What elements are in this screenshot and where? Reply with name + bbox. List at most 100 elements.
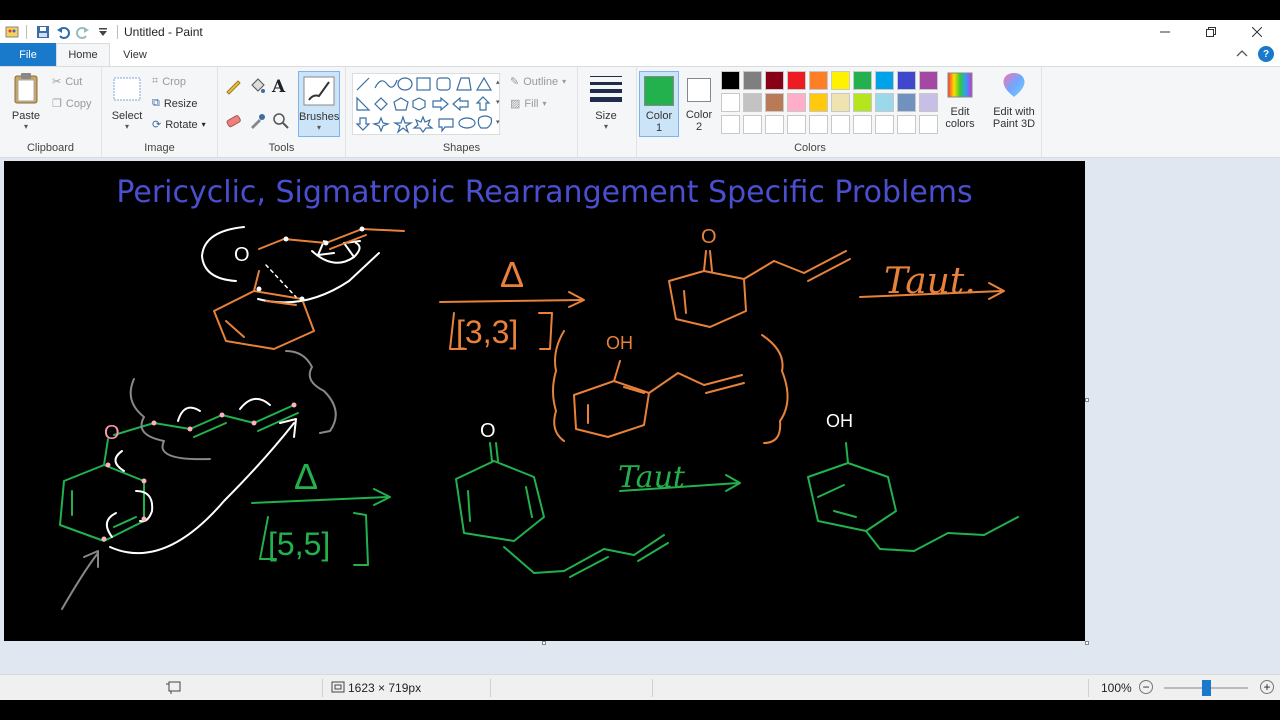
- color-picker-icon[interactable]: [248, 112, 270, 133]
- resize-button[interactable]: ⧉ Resize: [152, 97, 197, 110]
- label-oh-green: OH: [826, 411, 853, 431]
- palette-swatch[interactable]: [831, 93, 850, 112]
- palette-swatch[interactable]: [853, 93, 872, 112]
- palette-swatch[interactable]: [743, 71, 762, 90]
- help-icon[interactable]: ?: [1258, 46, 1274, 62]
- color2-number: 2: [695, 121, 703, 133]
- outline-button[interactable]: ✎ Outline ▾: [510, 75, 566, 89]
- fill-icon: ▨: [510, 98, 521, 110]
- status-bar: 1623 × 719px 100% − +: [0, 674, 1280, 700]
- tab-file[interactable]: File: [0, 43, 56, 66]
- label-o-mid: O: [104, 422, 120, 444]
- canvas-resize-handle-right[interactable]: [1085, 398, 1089, 402]
- color2-button[interactable]: Color 2: [681, 71, 717, 137]
- palette-swatch[interactable]: [765, 93, 784, 112]
- size-button[interactable]: Size ▾: [584, 73, 628, 139]
- crop-button[interactable]: ⌗ Crop: [152, 75, 186, 88]
- palette-swatch[interactable]: [831, 71, 850, 90]
- fill-button[interactable]: ▨ Fill ▾: [510, 97, 546, 111]
- rotate-button[interactable]: ⟳ Rotate ▾: [152, 118, 206, 132]
- palette-swatch[interactable]: [721, 115, 740, 134]
- image-group: Select ▾ ⌗ Crop ⧉ Resize ⟳ Rotate ▾ Imag…: [102, 67, 218, 157]
- eraser-icon[interactable]: [224, 112, 246, 133]
- palette-swatch[interactable]: [897, 115, 916, 134]
- palette-swatch[interactable]: [875, 71, 894, 90]
- rotate-icon: ⟳: [152, 119, 162, 131]
- palette-swatch[interactable]: [765, 71, 784, 90]
- save-icon[interactable]: [33, 22, 53, 42]
- tab-home[interactable]: Home: [56, 43, 110, 66]
- text-icon[interactable]: A: [272, 77, 294, 98]
- zoom-level: 100%: [1101, 681, 1132, 695]
- chemistry-sketch: O O O OH Taut. Δ [3,3] O OH Taut Δ [5,5]: [59, 226, 1019, 610]
- palette-swatch[interactable]: [809, 115, 828, 134]
- edit-colors-button[interactable]: Edit colors: [943, 71, 977, 130]
- label-taut-orange: Taut.: [884, 261, 976, 302]
- fill-bucket-icon[interactable]: [248, 77, 270, 98]
- palette-swatch[interactable]: [875, 115, 894, 134]
- zoom-in-button[interactable]: +: [1260, 680, 1274, 694]
- brushes-button[interactable]: Brushes ▾: [298, 71, 340, 137]
- clipboard-icon: [14, 73, 38, 104]
- palette-swatch[interactable]: [853, 71, 872, 90]
- select-button[interactable]: Select ▾: [110, 75, 144, 131]
- palette-swatch[interactable]: [897, 71, 916, 90]
- paste-button[interactable]: Paste ▾: [6, 72, 46, 132]
- palette-swatch[interactable]: [831, 115, 850, 134]
- drawing-canvas[interactable]: Pericyclic, Sigmatropic Rearrangement Sp…: [4, 161, 1085, 641]
- customize-quick-access-icon[interactable]: [93, 22, 113, 42]
- label-55: [5,5]: [268, 526, 330, 562]
- palette-swatch[interactable]: [875, 93, 894, 112]
- zoom-out-button[interactable]: −: [1139, 680, 1153, 694]
- shapes-gallery[interactable]: [352, 73, 500, 135]
- zoom-slider[interactable]: [1164, 680, 1248, 696]
- color1-number: 1: [655, 122, 663, 134]
- shapes-group: ▴ ▾ ▾ ✎ Outline ▾ ▨ Fill ▾ Shapes: [346, 67, 578, 157]
- palette-swatch[interactable]: [853, 115, 872, 134]
- zoom-slider-thumb[interactable]: [1202, 680, 1211, 696]
- select-label: Select: [111, 110, 143, 122]
- label-taut-green: Taut: [618, 460, 686, 495]
- palette-swatch[interactable]: [743, 93, 762, 112]
- palette-swatch[interactable]: [743, 115, 762, 134]
- palette-swatch[interactable]: [919, 71, 938, 90]
- canvas-resize-handle-corner[interactable]: [1085, 641, 1089, 645]
- canvas-resize-handle-bottom[interactable]: [542, 641, 546, 645]
- rainbow-palette-icon: [947, 72, 973, 98]
- palette-swatch[interactable]: [897, 93, 916, 112]
- outline-icon: ✎: [510, 76, 520, 88]
- magnifier-icon[interactable]: [272, 112, 294, 133]
- cursor-position-icon: [166, 680, 182, 697]
- color1-label: Color: [645, 110, 673, 122]
- collapse-ribbon-icon[interactable]: [1236, 48, 1248, 60]
- pencil-icon[interactable]: [224, 77, 246, 98]
- copy-button[interactable]: ❐ Copy: [52, 97, 92, 111]
- palette-swatch[interactable]: [787, 71, 806, 90]
- palette-swatch[interactable]: [721, 93, 740, 112]
- palette-swatch[interactable]: [787, 93, 806, 112]
- tools-group-label: Tools: [268, 142, 295, 154]
- palette-swatch[interactable]: [919, 115, 938, 134]
- undo-icon[interactable]: [53, 22, 73, 42]
- redo-icon[interactable]: [73, 22, 93, 42]
- palette-swatch[interactable]: [919, 93, 938, 112]
- close-button[interactable]: [1234, 20, 1280, 43]
- resize-icon: ⧉: [152, 97, 160, 109]
- palette-swatch[interactable]: [809, 71, 828, 90]
- palette-swatch[interactable]: [809, 93, 828, 112]
- palette-swatch[interactable]: [787, 115, 806, 134]
- restore-button[interactable]: [1188, 20, 1234, 43]
- palette-swatch[interactable]: [765, 115, 784, 134]
- cut-button[interactable]: ✂ Cut: [52, 75, 82, 89]
- paint-app-icon[interactable]: [2, 22, 22, 42]
- edit-colors-label-1: Edit: [950, 106, 970, 118]
- paint-window: Untitled - Paint File Home View ? Paste …: [0, 20, 1280, 700]
- size-label: Size: [595, 110, 617, 122]
- fill-label: Fill: [524, 97, 539, 110]
- tab-view[interactable]: View: [112, 43, 158, 66]
- palette-swatch[interactable]: [721, 71, 740, 90]
- shapes-group-label: Shapes: [442, 142, 481, 154]
- minimize-button[interactable]: [1142, 20, 1188, 43]
- edit-with-paint3d-button[interactable]: Edit with Paint 3D: [987, 71, 1041, 130]
- color1-button[interactable]: Color 1: [639, 71, 679, 137]
